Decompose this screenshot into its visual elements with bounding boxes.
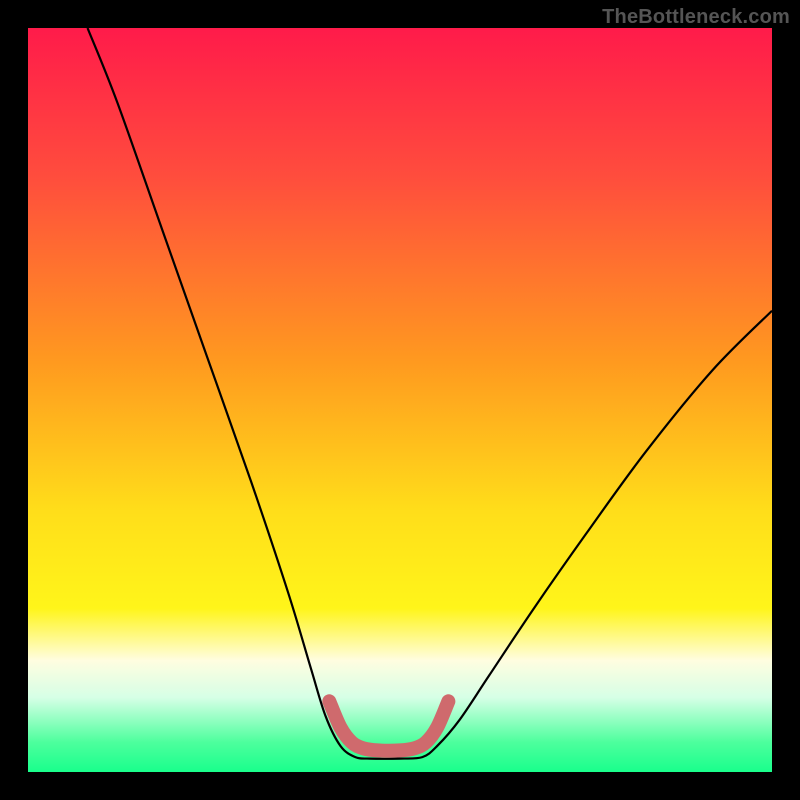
gradient-background xyxy=(28,28,772,772)
chart-svg xyxy=(28,28,772,772)
watermark-text: TheBottleneck.com xyxy=(602,6,790,29)
plot-area xyxy=(28,28,772,772)
chart-frame: TheBottleneck.com xyxy=(0,0,800,800)
